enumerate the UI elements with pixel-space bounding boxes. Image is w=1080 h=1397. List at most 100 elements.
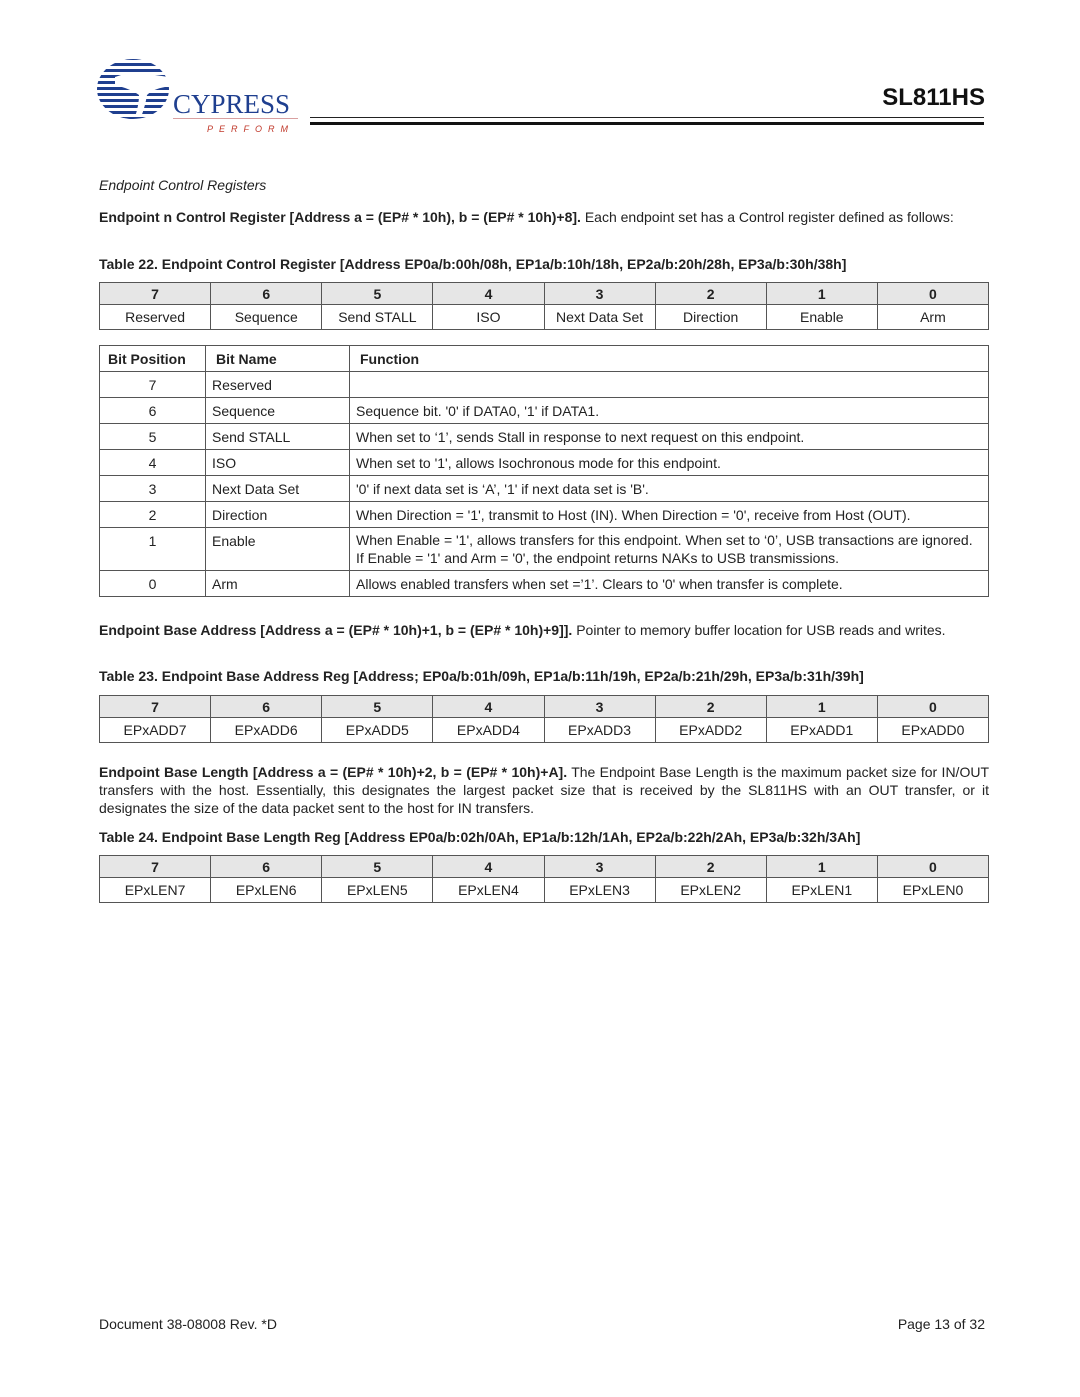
table-row: 0 Arm Allows enabled transfers when set … <box>99 570 989 597</box>
bit-function: When set to '1', allows Isochronous mode… <box>349 449 989 476</box>
bit-header: 3 <box>543 855 656 878</box>
bit-name-cell: EPxADD0 <box>876 717 990 743</box>
bit-header: 4 <box>432 695 545 718</box>
bit-name-cell: Next Data Set <box>543 304 656 330</box>
bit-header: 2 <box>654 282 767 305</box>
bit-name: Enable <box>205 527 350 571</box>
bit-position: 5 <box>99 423 206 450</box>
bit-name-cell: EPxLEN6 <box>210 877 323 903</box>
table22-caption: Table 22. Endpoint Control Register [Add… <box>99 256 847 272</box>
bit-name: Send STALL <box>205 423 350 450</box>
bit-header: 3 <box>543 282 656 305</box>
bit-header: 6 <box>210 855 323 878</box>
table24-caption: Table 24. Endpoint Base Length Reg [Addr… <box>99 829 861 845</box>
bit-header: 4 <box>432 855 545 878</box>
bit-name-cell: EPxLEN5 <box>321 877 434 903</box>
bit-header: 1 <box>765 855 878 878</box>
bit-name: Arm <box>205 570 350 597</box>
bit-position: 3 <box>99 475 206 502</box>
svg-text:CYPRESS: CYPRESS <box>173 89 290 119</box>
table-row: 6 Sequence Sequence bit. '0' if DATA0, '… <box>99 397 989 424</box>
bit-name-cell: EPxADD4 <box>432 717 545 743</box>
table24-name-row: EPxLEN7 EPxLEN6 EPxLEN5 EPxLEN4 EPxLEN3 … <box>98 877 990 903</box>
bit-position: 0 <box>99 570 206 597</box>
bit-function <box>349 371 989 398</box>
table-row: 1 Enable When Enable = '1', allows trans… <box>99 527 989 571</box>
bit-name-cell: EPxADD1 <box>765 717 878 743</box>
bit-name-cell: EPxADD3 <box>543 717 656 743</box>
bit-name-cell: EPxLEN2 <box>654 877 767 903</box>
table23-caption: Table 23. Endpoint Base Address Reg [Add… <box>99 668 864 684</box>
bit-position: 7 <box>99 371 206 398</box>
function-header: Function <box>349 345 989 372</box>
bit-name-cell: Send STALL <box>321 304 434 330</box>
bit-header: 7 <box>98 282 212 305</box>
bit-function-table: Bit Position Bit Name Function 7 Reserve… <box>99 345 989 597</box>
bit-function: When Enable = '1', allows transfers for … <box>349 527 989 571</box>
header-rule-thick <box>310 122 984 125</box>
base-length-heading: Endpoint Base Length [Address a = (EP# *… <box>99 764 568 780</box>
bit-name-cell: Arm <box>876 304 990 330</box>
bit-header: 0 <box>876 855 990 878</box>
table22-register: 7 6 5 4 3 2 1 0 Reserved Sequence Send S… <box>98 282 990 330</box>
footer-page-number: Page 13 of 32 <box>897 1316 985 1332</box>
bit-header: 1 <box>765 282 878 305</box>
bit-header: 5 <box>321 855 434 878</box>
bit-name: Reserved <box>205 371 350 398</box>
bit-header: 7 <box>98 695 212 718</box>
bit-name: Direction <box>205 501 350 528</box>
bit-position: 1 <box>99 527 206 571</box>
bit-name-cell: Sequence <box>210 304 323 330</box>
table23-register: 7 6 5 4 3 2 1 0 EPxADD7 EPxADD6 EPxADD5 … <box>98 695 990 743</box>
section-title: Endpoint Control Registers <box>99 177 267 193</box>
control-register-heading: Endpoint n Control Register [Address a =… <box>99 209 581 225</box>
bit-position: 4 <box>99 449 206 476</box>
bit-name-cell: EPxLEN1 <box>765 877 878 903</box>
base-address-text: Pointer to memory buffer location for US… <box>572 622 946 638</box>
bit-name-cell: EPxADD6 <box>210 717 323 743</box>
bit-header: 7 <box>98 855 212 878</box>
table24-bit-row: 7 6 5 4 3 2 1 0 <box>98 855 990 878</box>
bit-header: 4 <box>432 282 545 305</box>
table-row: 3 Next Data Set '0' if next data set is … <box>99 475 989 502</box>
bit-name-cell: EPxADD2 <box>654 717 767 743</box>
bit-header: 2 <box>654 855 767 878</box>
bit-name-cell: EPxADD5 <box>321 717 434 743</box>
table23-bit-row: 7 6 5 4 3 2 1 0 <box>98 695 990 718</box>
bit-header: 3 <box>543 695 656 718</box>
bit-header: 6 <box>210 282 323 305</box>
bit-name-cell: EPxLEN3 <box>543 877 656 903</box>
cypress-globe-icon: CYPRESS PERFORM <box>97 59 298 134</box>
cypress-logo: CYPRESS PERFORM <box>95 55 305 135</box>
bit-name-cell: Enable <box>765 304 878 330</box>
table-row: 7 Reserved <box>99 371 989 398</box>
bit-header: 0 <box>876 695 990 718</box>
bit-name-cell: EPxADD7 <box>98 717 212 743</box>
base-address-paragraph: Endpoint Base Address [Address a = (EP# … <box>99 621 989 639</box>
table22-name-row: Reserved Sequence Send STALL ISO Next Da… <box>98 304 990 330</box>
bit-function: When set to ‘1’, sends Stall in response… <box>349 423 989 450</box>
bit-name-cell: EPxLEN4 <box>432 877 545 903</box>
bit-header: 5 <box>321 695 434 718</box>
svg-text:PERFORM: PERFORM <box>207 124 294 134</box>
table-row: 5 Send STALL When set to ‘1’, sends Stal… <box>99 423 989 450</box>
bit-name-header: Bit Name <box>205 345 350 372</box>
bit-name-cell: ISO <box>432 304 545 330</box>
bit-name-cell: Direction <box>654 304 767 330</box>
base-length-paragraph: Endpoint Base Length [Address a = (EP# *… <box>99 763 989 817</box>
bit-function: '0' if next data set is ‘A’, '1' if next… <box>349 475 989 502</box>
table22-bit-row: 7 6 5 4 3 2 1 0 <box>98 282 990 305</box>
bit-function: Sequence bit. '0' if DATA0, '1' if DATA1… <box>349 397 989 424</box>
bit-name-cell: Reserved <box>98 304 212 330</box>
bit-header: 2 <box>654 695 767 718</box>
bit-name: ISO <box>205 449 350 476</box>
control-register-text: Each endpoint set has a Control register… <box>580 209 954 225</box>
bit-header: 0 <box>876 282 990 305</box>
bit-position: 2 <box>99 501 206 528</box>
bit-header: 6 <box>210 695 323 718</box>
table-row: 2 Direction When Direction = '1', transm… <box>99 501 989 528</box>
control-register-paragraph: Endpoint n Control Register [Address a =… <box>99 208 989 226</box>
bit-header: 1 <box>765 695 878 718</box>
bit-name: Sequence <box>205 397 350 424</box>
bit-function: When Direction = '1', transmit to Host (… <box>349 501 989 528</box>
